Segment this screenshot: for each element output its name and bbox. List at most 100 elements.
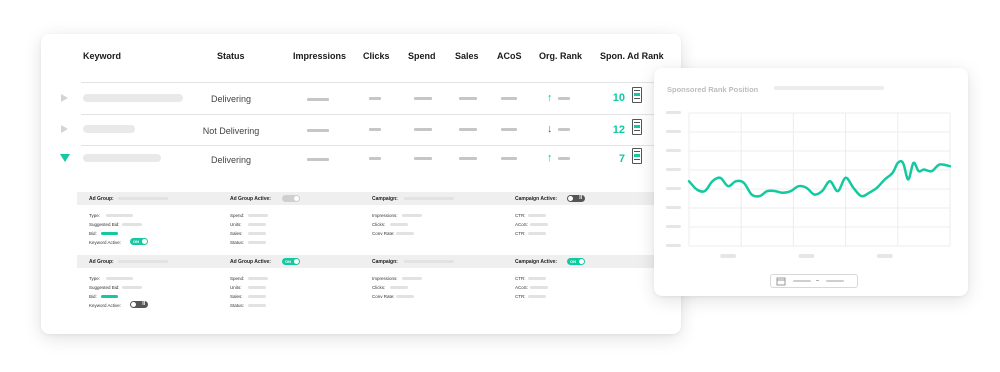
clicks-value <box>390 286 408 289</box>
clicks-value <box>369 97 381 100</box>
impressions-value <box>402 214 422 217</box>
sales-value <box>459 97 477 100</box>
type-value <box>106 214 133 217</box>
campaign-active-toggle[interactable]: ON <box>567 258 585 265</box>
keyword-active-toggle[interactable]: ON <box>130 238 148 245</box>
conv-rate-label: Conv Rate: <box>372 294 395 299</box>
col-header-keyword[interactable]: Keyword <box>83 51 121 61</box>
acos-value <box>530 223 548 226</box>
x-tick-label <box>720 254 737 258</box>
col-header-acos[interactable]: ACoS <box>497 51 522 61</box>
date-range-picker[interactable] <box>770 274 858 288</box>
acos-label: ACoS: <box>515 285 529 290</box>
units-value <box>248 286 266 289</box>
report-doc-icon[interactable] <box>632 119 642 135</box>
campaign-active-toggle[interactable]: II <box>567 195 585 202</box>
status-value <box>248 241 266 244</box>
y-tick-label <box>666 225 681 228</box>
sales-label: Sales: <box>230 231 243 236</box>
ad-group-active-toggle[interactable]: ON <box>282 258 300 265</box>
col-header-sales[interactable]: Sales <box>455 51 479 61</box>
keyword-placeholder <box>83 125 135 133</box>
rank-series-line <box>687 159 952 198</box>
ctr-value <box>528 214 546 217</box>
units-label: Units: <box>230 222 242 227</box>
ctr-label: CTR: <box>515 276 526 281</box>
col-header-spon-ad-rank[interactable]: Spon. Ad Rank <box>600 51 664 61</box>
expand-row-icon[interactable] <box>61 125 68 133</box>
ad-group-active-label: Ad Group Active: <box>230 259 271 265</box>
clicks-value <box>369 157 381 160</box>
spon-ad-rank-value: 12 <box>612 124 625 136</box>
clicks-value <box>369 128 381 131</box>
ctr-value-2 <box>528 295 546 298</box>
col-header-org-rank[interactable]: Org. Rank <box>539 51 582 61</box>
rank-up-arrow-icon: ↑ <box>547 152 553 164</box>
toggle-on-text: ON <box>133 239 139 244</box>
spon-ad-rank-value: 10 <box>612 92 625 104</box>
row-divider <box>81 82 681 83</box>
org-rank-value <box>558 97 570 100</box>
y-tick-label <box>666 206 681 209</box>
bid-label: Bid: <box>89 231 97 236</box>
spend-value <box>414 128 432 131</box>
ad-group-active-toggle[interactable] <box>282 195 300 202</box>
acos-value <box>530 286 548 289</box>
spend-value <box>414 97 432 100</box>
calendar-icon <box>776 277 786 286</box>
ad-group-label: Ad Group: <box>89 259 114 265</box>
keyword-active-label: Keyword Active: <box>89 303 122 308</box>
table-row[interactable]: Delivering ↑ 7 <box>41 146 681 174</box>
report-doc-icon[interactable] <box>632 148 642 164</box>
col-header-impressions[interactable]: Impressions <box>293 51 346 61</box>
y-tick-label <box>666 130 681 133</box>
impressions-value <box>307 98 329 101</box>
campaign-label: Campaign: <box>372 196 398 202</box>
spend-label: Spend: <box>230 213 245 218</box>
suggested-bid-value <box>122 286 142 289</box>
expand-row-icon[interactable] <box>61 94 68 102</box>
clicks-value <box>390 223 408 226</box>
keyword-table-card: Keyword Status Impressions Clicks Spend … <box>41 34 681 334</box>
y-tick-label <box>666 111 681 114</box>
clicks-label: Clicks: <box>372 222 386 227</box>
ctr-value-2 <box>528 232 546 235</box>
clicks-label: Clicks: <box>372 285 386 290</box>
spend-value <box>248 277 268 280</box>
campaign-active-label: Campaign Active: <box>515 259 558 265</box>
sales-value <box>459 157 477 160</box>
toggle-off-text: II <box>142 301 145 307</box>
y-tick-label <box>666 244 681 247</box>
ctr-value <box>528 277 546 280</box>
bid-value <box>101 232 118 235</box>
y-tick-label <box>666 149 681 152</box>
keyword-active-label: Keyword Active: <box>89 240 122 245</box>
type-label: Type: <box>89 276 101 281</box>
status-text: Delivering <box>210 155 252 165</box>
sponsored-rank-chart-card: Sponsored Rank Position <box>654 68 968 296</box>
spend-value <box>248 214 268 217</box>
campaign-value <box>404 197 454 200</box>
col-header-spend[interactable]: Spend <box>408 51 436 61</box>
sales-value <box>248 295 266 298</box>
rank-down-arrow-icon: ↓ <box>547 123 553 135</box>
keyword-placeholder <box>83 154 161 162</box>
ad-group-value <box>118 197 168 200</box>
toggle-on-text: ON <box>570 259 576 264</box>
table-row[interactable]: Not Delivering ↓ 12 <box>41 116 681 144</box>
col-header-clicks[interactable]: Clicks <box>363 51 390 61</box>
col-header-status[interactable]: Status <box>217 51 245 61</box>
status-label: Status: <box>230 303 245 308</box>
y-tick-label <box>666 187 681 190</box>
table-row[interactable]: Delivering ↑ 10 <box>41 84 681 112</box>
status-text: Delivering <box>210 94 252 104</box>
keyword-active-toggle[interactable]: II <box>130 301 148 308</box>
spon-ad-rank-value: 7 <box>618 153 625 165</box>
rank-line-chart <box>666 111 952 258</box>
conv-rate-label: Conv Rate: <box>372 231 395 236</box>
report-doc-icon[interactable] <box>632 87 642 103</box>
collapse-row-icon[interactable] <box>60 154 70 162</box>
sales-label: Sales: <box>230 294 243 299</box>
units-value <box>248 223 266 226</box>
campaign-label: Campaign: <box>372 259 398 265</box>
